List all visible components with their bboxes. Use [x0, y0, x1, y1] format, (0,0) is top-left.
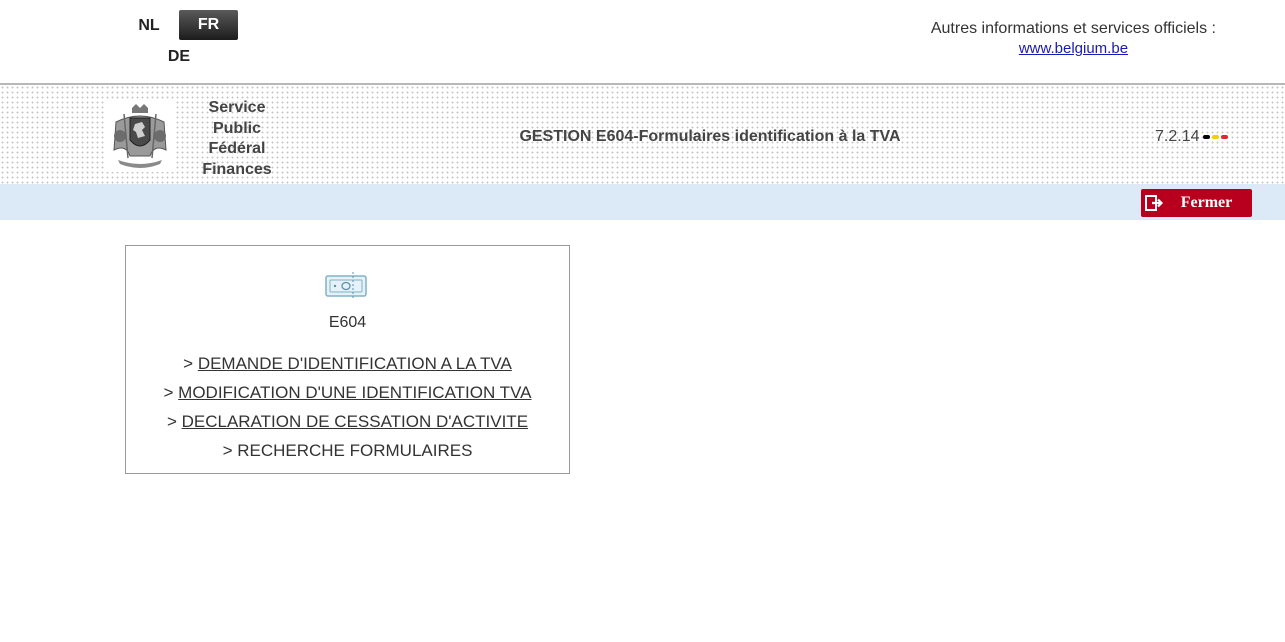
recherche-formulaires-link[interactable]: RECHERCHE FORMULAIRES: [237, 441, 472, 460]
flag-stripe-yellow: [1212, 135, 1220, 139]
menu-item-prefix: >: [166, 412, 182, 431]
page: NL FR DE Autres informations et services…: [0, 0, 1285, 642]
flag-stripe-black: [1203, 135, 1211, 139]
menu-item: > RECHERCHE FORMULAIRES: [126, 436, 569, 465]
language-de-link[interactable]: DE: [161, 44, 197, 70]
official-info-label: Autres informations et services officiel…: [930, 20, 1216, 37]
org-name-line-1: Service: [208, 99, 266, 116]
fermer-button-label: Fermer: [1180, 194, 1233, 211]
demande-identification-link[interactable]: DEMANDE D'IDENTIFICATION A LA TVA: [198, 354, 512, 373]
fermer-button[interactable]: Fermer: [1141, 189, 1252, 217]
declaration-cessation-link[interactable]: DECLARATION DE CESSATION D'ACTIVITE: [182, 412, 528, 431]
modification-identification-link[interactable]: MODIFICATION D'UNE IDENTIFICATION TVA: [178, 383, 531, 402]
belgium-be-link[interactable]: www.belgium.be: [1019, 40, 1128, 57]
version-info: 7.2.14: [1155, 128, 1229, 146]
official-info: Autres informations et services officiel…: [931, 20, 1216, 58]
language-fr-link-active[interactable]: FR: [179, 10, 238, 40]
menu-item-prefix: >: [163, 383, 179, 402]
menu-item-prefix: >: [222, 441, 238, 460]
exit-door-icon: [1141, 189, 1167, 217]
organization-name: Service Public Fédéral Finances: [188, 98, 286, 180]
menu-item: > DEMANDE D'IDENTIFICATION A LA TVA: [126, 349, 569, 378]
org-name-line-2: Public: [212, 119, 261, 137]
e604-menu: > DEMANDE D'IDENTIFICATION A LA TVA > MO…: [126, 349, 569, 465]
belgian-coat-of-arms-logo: [104, 100, 176, 172]
header-band: Service Public Fédéral Finances GESTION …: [0, 85, 1285, 184]
belgian-flag-icon: [1203, 135, 1229, 139]
e604-card: E604 > DEMANDE D'IDENTIFICATION A LA TVA…: [125, 245, 570, 474]
org-name-line-3: Fédéral: [208, 140, 266, 157]
application-title: GESTION E604-Formulaires identification …: [519, 128, 901, 145]
action-bar: Fermer: [0, 184, 1285, 220]
menu-item: > DECLARATION DE CESSATION D'ACTIVITE: [126, 407, 569, 436]
org-name-line-4: Finances: [202, 160, 272, 178]
version-number: 7.2.14: [1155, 128, 1200, 145]
language-nl-link[interactable]: NL: [131, 13, 167, 39]
flag-stripe-red: [1221, 135, 1229, 139]
money-bill-icon: [323, 270, 369, 300]
top-bar: NL FR DE Autres informations et services…: [0, 0, 1285, 83]
menu-item: > MODIFICATION D'UNE IDENTIFICATION TVA: [126, 378, 569, 407]
card-title: E604: [328, 314, 367, 331]
menu-item-prefix: >: [183, 354, 198, 373]
